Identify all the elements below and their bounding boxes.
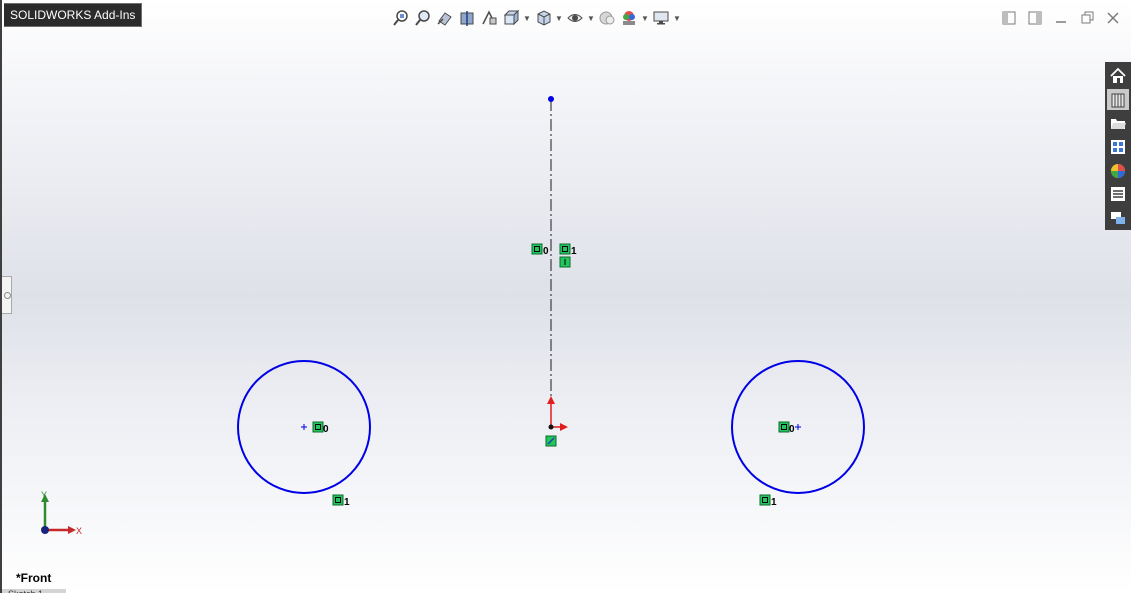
reference-triad[interactable] [41, 494, 76, 534]
sketch-tab[interactable]: Sketch 1 [2, 589, 66, 593]
relation-label: 0 [789, 424, 795, 435]
circle-center-left[interactable] [301, 424, 307, 430]
relation-label: 0 [323, 424, 329, 435]
circle-center-right[interactable] [795, 424, 801, 430]
triad-y-label: Y [41, 490, 47, 500]
relation-marker-vertical-1[interactable] [559, 243, 571, 255]
relation-marker-left-center[interactable] [312, 421, 324, 433]
relation-label: 1 [771, 497, 777, 508]
relation-marker-vertical-0[interactable] [531, 243, 543, 255]
sketch-origin[interactable] [547, 396, 568, 431]
relation-marker-vertical[interactable] [559, 256, 571, 268]
view-orientation-label: *Front [16, 571, 52, 585]
relation-label: 0 [543, 246, 549, 257]
relation-marker-right-bottom[interactable] [759, 494, 771, 506]
centerline-endpoint[interactable] [548, 96, 554, 102]
relation-marker-right-center[interactable] [778, 421, 790, 433]
relation-label: 1 [344, 497, 350, 508]
triad-x-label: X [76, 526, 82, 536]
sketch-canvas: 0 1 0 1 0 1 Y X [41, 96, 865, 536]
graphics-area[interactable]: SOLIDWORKS Add-Ins ▼ ▼ ▼ ▼ ▼ 0 1 0 1 0 1… [0, 0, 1131, 593]
relation-marker-coincident[interactable] [545, 435, 557, 447]
relation-marker-left-bottom[interactable] [332, 494, 344, 506]
relation-label: 1 [571, 246, 577, 257]
